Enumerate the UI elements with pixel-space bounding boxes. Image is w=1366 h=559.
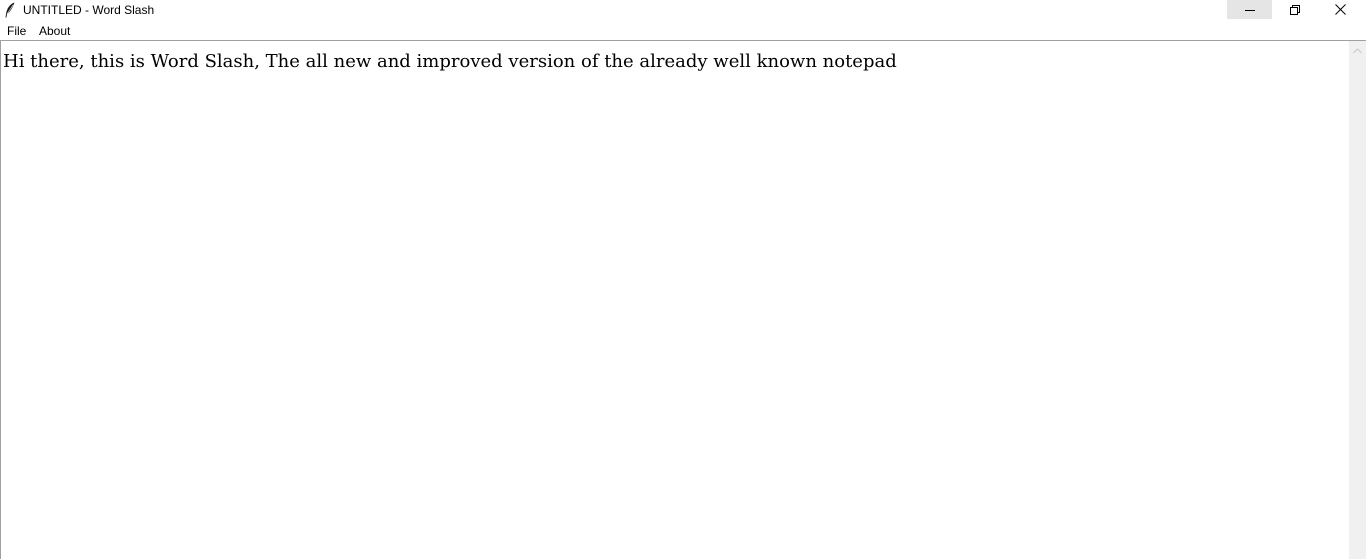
scroll-up-button[interactable] — [1349, 41, 1366, 58]
restore-button[interactable] — [1272, 0, 1317, 19]
menu-file[interactable]: File — [7, 23, 26, 39]
close-icon — [1335, 4, 1346, 15]
menu-about[interactable]: About — [39, 23, 70, 39]
restore-icon — [1289, 4, 1300, 15]
text-editor[interactable]: Hi there, this is Word Slash, The all ne… — [0, 41, 1349, 559]
minimize-icon — [1244, 5, 1255, 15]
vertical-scrollbar[interactable] — [1349, 41, 1366, 559]
feather-quill-icon — [4, 2, 16, 18]
window-title: UNTITLED - Word Slash — [23, 3, 155, 17]
scroll-up-arrow-icon — [1353, 41, 1362, 59]
title-bar[interactable]: UNTITLED - Word Slash — [0, 0, 1366, 20]
app-window: UNTITLED - Word Slash File About Hi ther… — [0, 0, 1366, 559]
close-button[interactable] — [1318, 0, 1363, 19]
editor-content[interactable]: Hi there, this is Word Slash, The all ne… — [3, 51, 897, 73]
minimize-button[interactable] — [1227, 0, 1272, 19]
menu-bar: File About — [0, 20, 1366, 40]
